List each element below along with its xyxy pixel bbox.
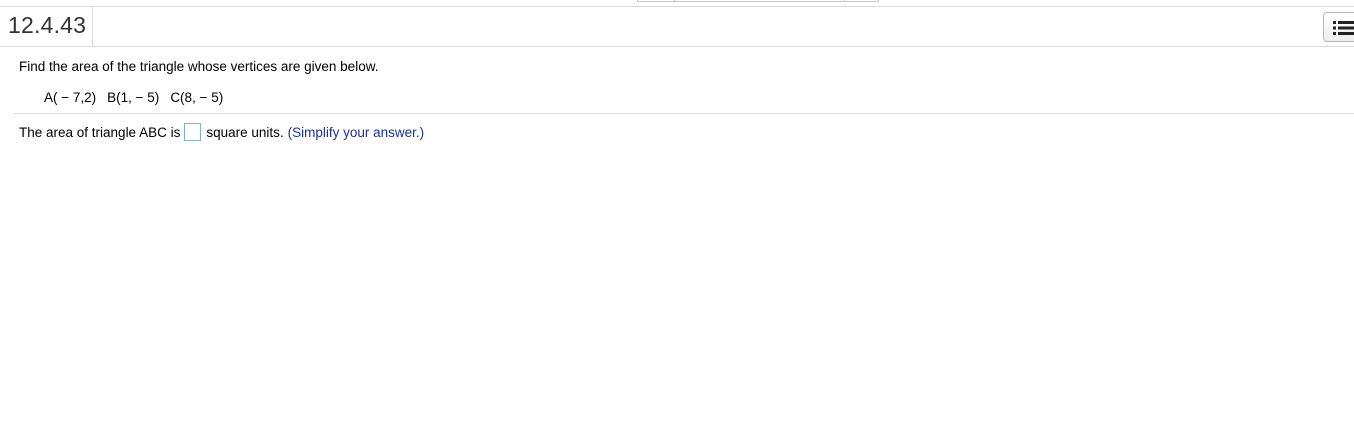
vertex-c: C(8, − 5) xyxy=(170,90,224,105)
answer-input[interactable] xyxy=(184,123,202,141)
vertex-a: A( − 7,2) xyxy=(44,90,97,105)
question-page: 12.4.43 Find the area of the triangle wh… xyxy=(0,0,1354,430)
answer-suffix: square units. xyxy=(206,124,284,140)
question-prompt: Find the area of the triangle whose vert… xyxy=(19,59,379,74)
section-divider xyxy=(14,113,1354,114)
header-divider xyxy=(92,7,93,46)
menu-button[interactable] xyxy=(1323,12,1354,42)
question-header: 12.4.43 xyxy=(0,6,1354,47)
simplify-hint: (Simplify your answer.) xyxy=(287,124,425,140)
answer-line: The area of triangle ABC is square units… xyxy=(19,123,424,141)
vertex-b: B(1, − 5) xyxy=(107,90,160,105)
question-id: 12.4.43 xyxy=(8,12,87,38)
answer-prefix: The area of triangle ABC is xyxy=(19,124,181,140)
vertices-list: A( − 7,2) B(1, − 5) C(8, − 5) xyxy=(44,90,234,105)
top-tab-strip[interactable] xyxy=(637,0,879,2)
list-menu-icon xyxy=(1333,21,1354,35)
